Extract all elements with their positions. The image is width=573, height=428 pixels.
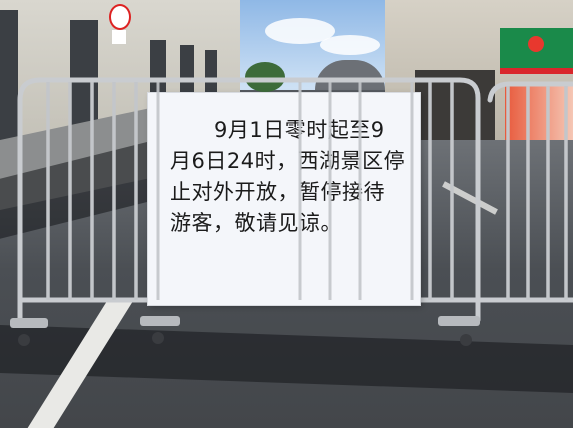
notice-text: 9月1日零时起至9月6日24时，西湖景区停止对外开放，暂停接待游客，敬请见谅。 [170, 118, 406, 235]
notice-paper: 9月1日零时起至9月6日24时，西湖景区停止对外开放，暂停接待游客，敬请见谅。 [148, 93, 420, 305]
